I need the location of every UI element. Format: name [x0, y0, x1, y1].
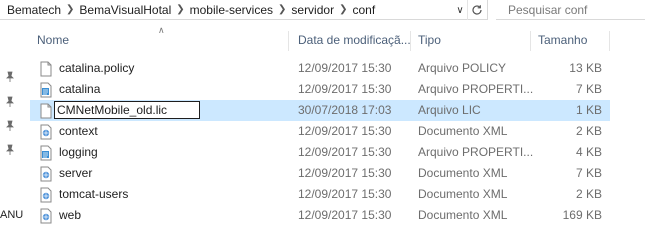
file-name: catalina — [59, 82, 101, 96]
file-type: Documento XML — [418, 124, 508, 138]
file-name: logging — [59, 145, 98, 159]
column-header-size[interactable]: Tamanho — [538, 29, 587, 51]
file-list: catalina.policy 12/09/2017 15:30 Arquivo… — [30, 58, 610, 226]
file-type: Arquivo POLICY — [418, 61, 507, 75]
column-divider[interactable] — [288, 31, 289, 51]
xml-file-icon — [40, 124, 52, 140]
file-row[interactable]: catalina.policy 12/09/2017 15:30 Arquivo… — [30, 58, 610, 79]
file-type: Arquivo LIC — [418, 103, 481, 117]
file-type: Documento XML — [418, 208, 508, 222]
column-divider[interactable] — [410, 31, 411, 51]
file-row[interactable]: catalina 12/09/2017 15:30 Arquivo PROPER… — [30, 79, 610, 100]
file-row[interactable]: web 12/09/2017 15:30 Documento XML 169 K… — [30, 205, 610, 226]
file-date: 12/09/2017 15:30 — [298, 124, 392, 138]
column-header-date[interactable]: Data de modificaçã... — [298, 29, 411, 51]
file-type: Arquivo PROPERTI... — [418, 145, 534, 159]
search-input[interactable]: Pesquisar conf — [496, 0, 645, 20]
column-headers: ∧ Nome Data de modificaçã... Tipo Tamanh… — [30, 21, 610, 59]
navigation-pane: ANU — [0, 20, 23, 241]
file-size: 7 KB — [575, 166, 602, 180]
file-date: 12/09/2017 15:30 — [298, 208, 392, 222]
file-date: 12/09/2017 15:30 — [298, 145, 392, 159]
file-name: catalina.policy — [59, 61, 135, 75]
column-divider[interactable] — [609, 31, 610, 51]
breadcrumb-item-mobile-services[interactable]: mobile-services — [190, 3, 273, 17]
file-date: 12/09/2017 15:30 — [298, 82, 392, 96]
file-date: 12/09/2017 15:30 — [298, 166, 392, 180]
breadcrumb-item-servidor[interactable]: servidor — [291, 3, 334, 17]
xml-file-icon — [40, 208, 52, 224]
breadcrumb: Bematech ❯ BemaVisualHotal ❯ mobile-serv… — [0, 0, 375, 20]
column-divider[interactable] — [530, 31, 531, 51]
chevron-right-icon[interactable]: ❯ — [278, 4, 286, 15]
breadcrumb-item-conf[interactable]: conf — [352, 3, 375, 17]
properties-file-icon — [40, 82, 52, 98]
chevron-right-icon[interactable]: ❯ — [339, 4, 347, 15]
file-date: 12/09/2017 15:30 — [298, 187, 392, 201]
breadcrumb-item-bemavisualhotal[interactable]: BemaVisualHotal — [79, 3, 171, 17]
file-size: 4 KB — [575, 145, 602, 159]
search-placeholder: Pesquisar conf — [508, 2, 588, 17]
sort-ascending-icon: ∧ — [158, 25, 165, 35]
file-row[interactable]: logging 12/09/2017 15:30 Arquivo PROPERT… — [30, 142, 610, 163]
chevron-right-icon[interactable]: ❯ — [66, 4, 74, 15]
column-header-name[interactable]: Nome — [37, 29, 69, 51]
file-row[interactable]: server 12/09/2017 15:30 Documento XML 7 … — [30, 163, 610, 184]
file-size: 1 KB — [575, 103, 602, 117]
chevron-down-icon[interactable]: ∨ — [453, 0, 467, 20]
file-size: 7 KB — [575, 82, 602, 96]
file-icon — [40, 103, 52, 119]
file-date: 12/09/2017 15:30 — [298, 61, 392, 75]
file-size: 2 KB — [575, 124, 602, 138]
file-name: tomcat-users — [59, 187, 129, 201]
file-row-selected[interactable]: CMNetMobile_old.lic 30/07/2018 17:03 Arq… — [30, 100, 610, 121]
column-header-type[interactable]: Tipo — [418, 29, 441, 51]
file-type: Documento XML — [418, 187, 508, 201]
file-size: 2 KB — [575, 187, 602, 201]
pin-icon[interactable] — [4, 144, 16, 156]
address-bar[interactable]: Bematech ❯ BemaVisualHotal ❯ mobile-serv… — [0, 0, 488, 20]
file-icon — [40, 61, 52, 77]
xml-file-icon — [40, 166, 52, 182]
file-row[interactable]: context 12/09/2017 15:30 Documento XML 2… — [30, 121, 610, 142]
file-name: web — [59, 208, 82, 222]
file-name: context — [59, 124, 98, 138]
file-type: Documento XML — [418, 166, 508, 180]
file-type: Arquivo PROPERTI... — [418, 82, 534, 96]
properties-file-icon — [40, 145, 52, 161]
pin-icon[interactable] — [4, 120, 16, 132]
refresh-icon[interactable] — [467, 0, 486, 20]
nav-item-label[interactable]: ANU — [0, 209, 23, 221]
file-row[interactable]: tomcat-users 12/09/2017 15:30 Documento … — [30, 184, 610, 205]
chevron-right-icon[interactable]: ❯ — [176, 4, 184, 15]
file-size: 13 KB — [569, 61, 602, 75]
file-name: server — [59, 166, 93, 180]
pin-icon[interactable] — [4, 71, 16, 83]
file-size: 169 KB — [562, 208, 602, 222]
breadcrumb-item-bematech[interactable]: Bematech — [7, 3, 61, 17]
file-date: 30/07/2018 17:03 — [298, 103, 392, 117]
xml-file-icon — [40, 187, 52, 203]
rename-input[interactable]: CMNetMobile_old.lic — [54, 101, 200, 119]
pin-icon[interactable] — [4, 96, 16, 108]
